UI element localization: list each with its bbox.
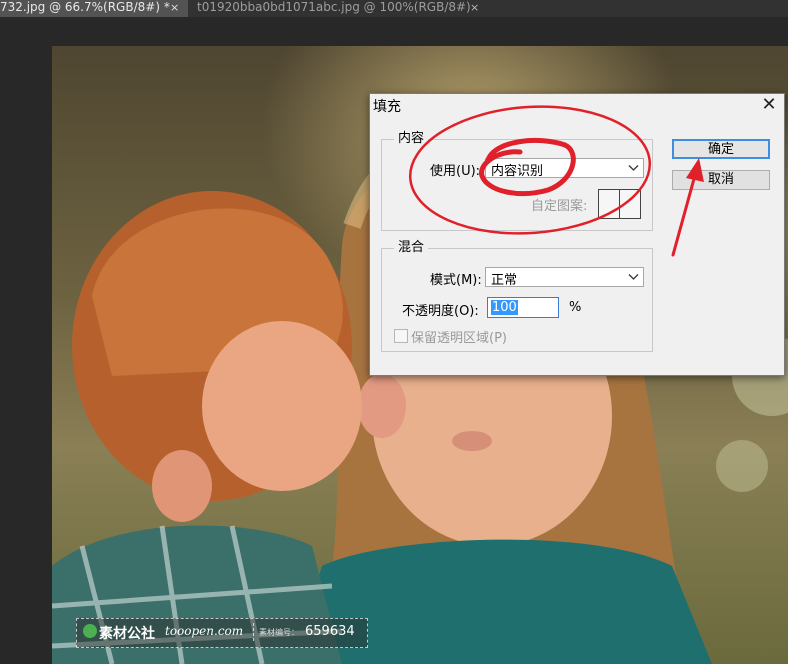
mode-label: 模式(M): — [430, 273, 482, 288]
blend-group-legend: 混合 — [394, 240, 429, 256]
ok-button[interactable]: 确定 — [672, 139, 770, 159]
dialog-title: 填充 — [373, 99, 401, 115]
watermark-id-value: 659634 — [305, 624, 355, 639]
watermark-divider — [253, 623, 254, 641]
custom-pattern-picker[interactable] — [598, 189, 641, 219]
watermark-site: tooopen.com — [165, 624, 244, 638]
mode-select-value: 正常 — [491, 273, 518, 288]
use-select-value: 内容识别 — [491, 164, 544, 179]
pattern-divider — [619, 190, 620, 218]
fill-dialog: 填充 ✕ 内容 使用(U): 内容识别 自定图案: 混合 模式(M): 正常 不… — [369, 93, 785, 376]
custom-pattern-label: 自定图案: — [531, 199, 588, 214]
tab-732-jpg[interactable]: 732.jpg @ 66.7%(RGB/8#) * × — [0, 0, 188, 17]
tab-close-icon[interactable]: × — [470, 0, 479, 15]
cancel-button[interactable]: 取消 — [672, 170, 770, 190]
use-label: 使用(U): — [430, 164, 481, 179]
opacity-label: 不透明度(O): — [402, 304, 479, 319]
opacity-unit: % — [569, 300, 582, 315]
tab-close-icon[interactable]: × — [170, 0, 179, 15]
preserve-transparency-checkbox[interactable] — [394, 329, 408, 343]
tab-label: 732.jpg @ 66.7%(RGB/8#) * — [0, 0, 170, 14]
chevron-down-icon — [628, 274, 639, 280]
content-group-legend: 内容 — [394, 131, 429, 147]
watermark-logo-icon — [83, 624, 97, 638]
opacity-input[interactable]: 100 — [487, 297, 559, 318]
watermark-id-label: 素材编号： — [259, 628, 299, 637]
mode-select[interactable]: 正常 — [485, 267, 644, 288]
chevron-down-icon — [628, 165, 639, 171]
close-icon[interactable]: ✕ — [755, 94, 783, 116]
use-select[interactable]: 内容识别 — [485, 158, 644, 179]
tab-label: t01920bba0bd1071abc.jpg @ 100%(RGB/8#) — [197, 0, 471, 14]
document-tab-bar: 732.jpg @ 66.7%(RGB/8#) * × t01920bba0bd… — [0, 0, 788, 17]
tab-t01920bba0bd1071abc-jpg[interactable]: t01920bba0bd1071abc.jpg @ 100%(RGB/8#) × — [190, 0, 490, 17]
opacity-value: 100 — [491, 300, 518, 315]
preserve-transparency-label: 保留透明区域(P) — [411, 331, 507, 346]
watermark: 素材公社 tooopen.com 素材编号： 659634 — [76, 618, 368, 648]
watermark-brand: 素材公社 — [99, 626, 155, 642]
